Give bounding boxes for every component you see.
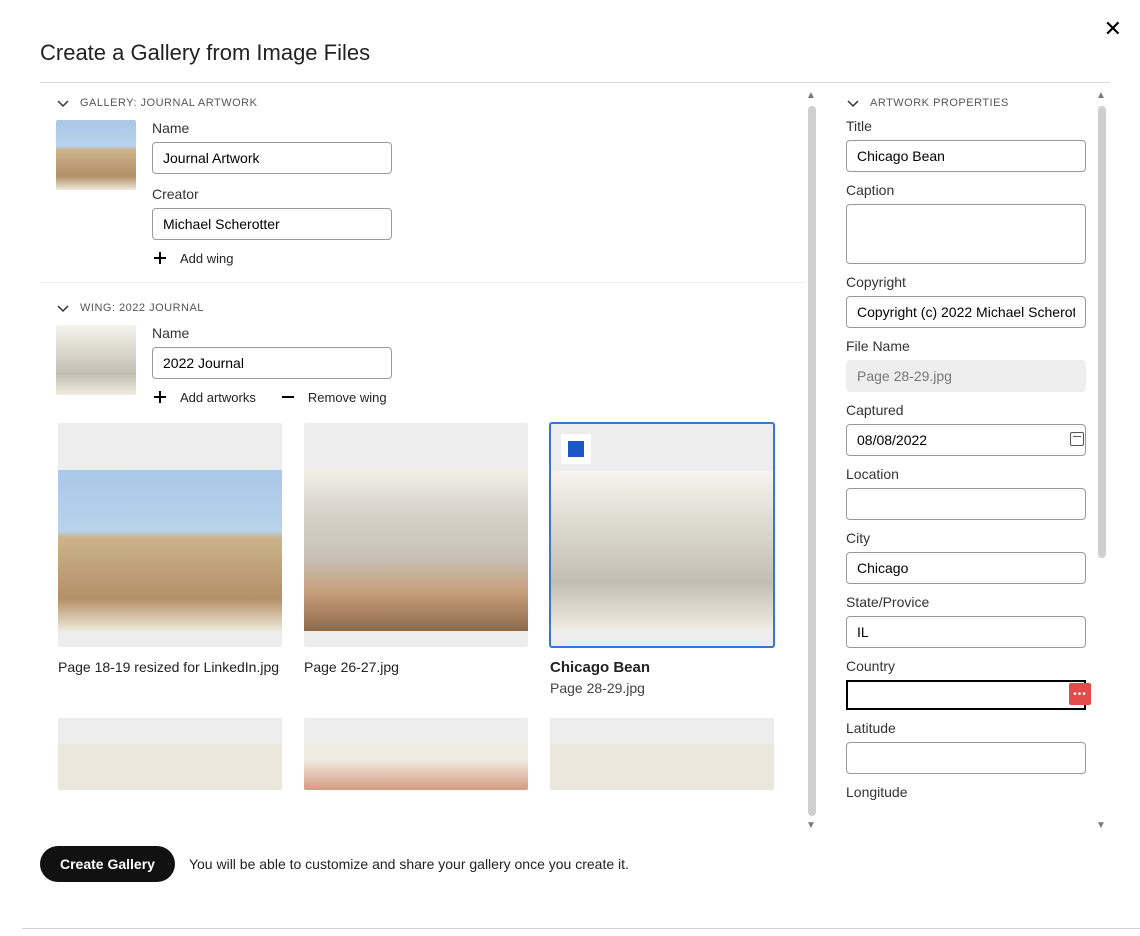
latitude-input[interactable]	[846, 742, 1086, 774]
selection-checkbox[interactable]	[561, 434, 591, 464]
filename-label: File Name	[846, 338, 1094, 354]
artwork-card[interactable]	[304, 718, 528, 790]
city-input[interactable]	[846, 552, 1086, 584]
artwork-thumbnail	[58, 470, 282, 631]
artwork-card[interactable]: Page 18-19 resized for LinkedIn.jpg	[58, 423, 282, 696]
wing-name-input[interactable]	[152, 347, 392, 379]
artwork-title: Chicago Bean	[550, 659, 774, 676]
latitude-label: Latitude	[846, 720, 1094, 736]
scrollbar[interactable]	[808, 106, 816, 816]
calendar-icon[interactable]	[1070, 432, 1084, 446]
artwork-caption: Page 26-27.jpg	[304, 659, 528, 675]
artwork-thumbnail	[58, 744, 282, 790]
chevron-down-icon	[846, 96, 860, 110]
scrollbar[interactable]	[1098, 106, 1106, 558]
wing-section-header[interactable]: WING: 2022 JOURNAL	[40, 283, 804, 325]
gallery-name-label: Name	[152, 120, 392, 136]
copyright-label: Copyright	[846, 274, 1094, 290]
title-label: Title	[846, 118, 1094, 134]
minus-icon	[280, 389, 296, 405]
add-wing-button[interactable]: Add wing	[152, 250, 233, 266]
wing-name-label: Name	[152, 325, 392, 341]
location-label: Location	[846, 466, 1094, 482]
state-input[interactable]	[846, 616, 1086, 648]
country-input[interactable]	[846, 680, 1086, 710]
chevron-down-icon	[56, 301, 70, 315]
gallery-section-label: GALLERY: JOURNAL ARTWORK	[80, 97, 257, 109]
more-icon[interactable]: •••	[1069, 683, 1091, 705]
artwork-thumbnail	[550, 744, 774, 790]
artwork-card[interactable]: Page 26-27.jpg	[304, 423, 528, 696]
wing-thumbnail	[56, 325, 136, 395]
scroll-down-icon[interactable]: ▼	[806, 822, 816, 830]
left-panel: ▲ ▼ GALLERY: JOURNAL ARTWORK Name Creato…	[40, 78, 820, 830]
gallery-section-header[interactable]: GALLERY: JOURNAL ARTWORK	[40, 78, 804, 120]
caption-label: Caption	[846, 182, 1094, 198]
scroll-down-icon[interactable]: ▼	[1096, 822, 1106, 830]
artwork-caption: Page 18-19 resized for LinkedIn.jpg	[58, 659, 282, 675]
captured-label: Captured	[846, 402, 1094, 418]
caption-input[interactable]	[846, 204, 1086, 264]
artwork-thumbnail	[551, 471, 773, 631]
copyright-input[interactable]	[846, 296, 1086, 328]
longitude-label: Longitude	[846, 784, 1094, 800]
artwork-card[interactable]	[550, 718, 774, 790]
artwork-card[interactable]	[58, 718, 282, 790]
artwork-thumbnail	[304, 470, 528, 631]
artwork-thumbnail	[304, 744, 528, 790]
add-artworks-button[interactable]: Add artworks	[152, 389, 256, 405]
artwork-grid: Page 18-19 resized for LinkedIn.jpg Page…	[40, 405, 804, 790]
state-label: State/Provice	[846, 594, 1094, 610]
plus-icon	[152, 389, 168, 405]
scroll-up-icon[interactable]: ▲	[806, 92, 816, 100]
divider	[22, 928, 1140, 929]
city-label: City	[846, 530, 1094, 546]
country-label: Country	[846, 658, 1094, 674]
scroll-up-icon[interactable]: ▲	[1096, 92, 1106, 100]
artwork-filename: Page 28-29.jpg	[550, 680, 774, 696]
plus-icon	[152, 250, 168, 266]
artwork-card-selected[interactable]: Chicago Bean Page 28-29.jpg	[550, 423, 774, 696]
gallery-name-input[interactable]	[152, 142, 392, 174]
location-input[interactable]	[846, 488, 1086, 520]
wing-section-label: WING: 2022 JOURNAL	[80, 302, 204, 314]
create-gallery-button[interactable]: Create Gallery	[40, 846, 175, 882]
remove-wing-label: Remove wing	[308, 390, 387, 405]
filename-input	[846, 360, 1086, 392]
remove-wing-button[interactable]: Remove wing	[280, 389, 387, 405]
properties-panel: ▲ ▼ ARTWORK PROPERTIES Title Caption Cop…	[820, 78, 1110, 830]
captured-input[interactable]	[846, 424, 1086, 456]
page-title: Create a Gallery from Image Files	[0, 0, 1140, 82]
gallery-creator-label: Creator	[152, 186, 392, 202]
properties-section-label: ARTWORK PROPERTIES	[870, 97, 1009, 109]
add-wing-label: Add wing	[180, 251, 233, 266]
gallery-creator-input[interactable]	[152, 208, 392, 240]
title-input[interactable]	[846, 140, 1086, 172]
close-icon[interactable]: ✕	[1104, 18, 1122, 40]
gallery-thumbnail	[56, 120, 136, 190]
chevron-down-icon	[56, 96, 70, 110]
properties-section-header[interactable]: ARTWORK PROPERTIES	[846, 78, 1094, 118]
add-artworks-label: Add artworks	[180, 390, 256, 405]
checkmark-icon	[568, 441, 584, 457]
footer-note: You will be able to customize and share …	[189, 856, 629, 872]
